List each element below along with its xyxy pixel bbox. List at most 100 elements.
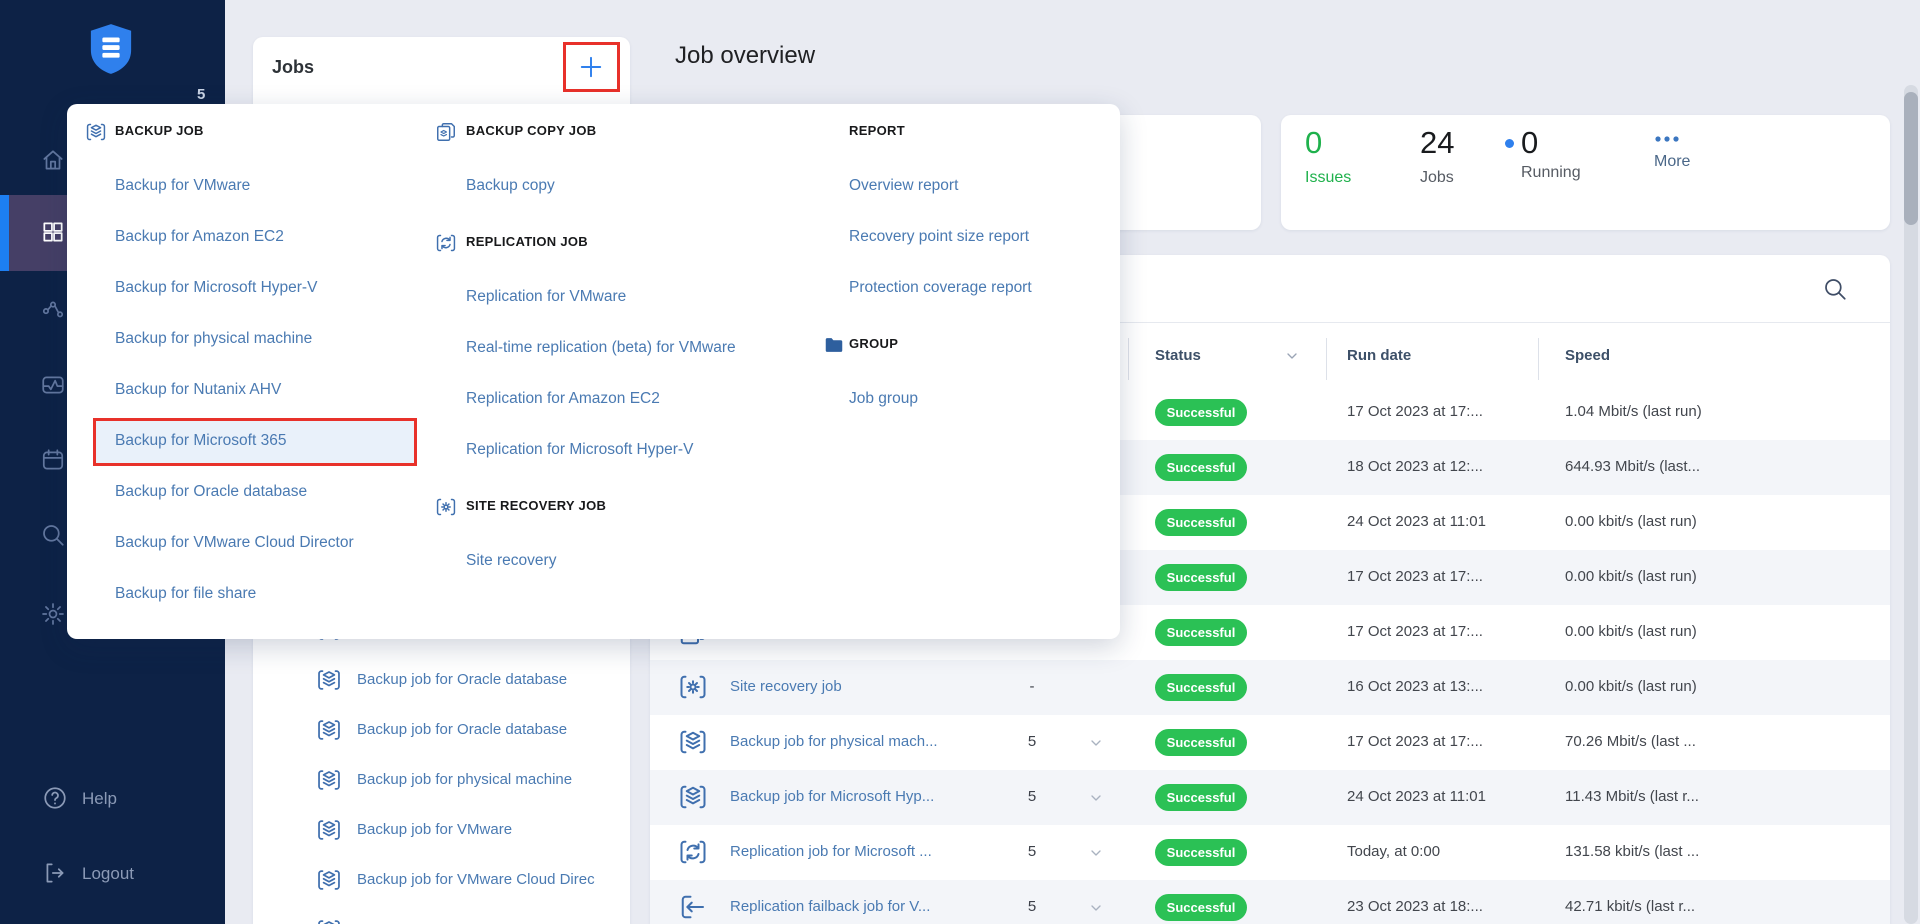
run-date-cell: 17 Oct 2023 at 17:... bbox=[1347, 568, 1483, 585]
vertical-scrollbar-thumb[interactable] bbox=[1904, 92, 1918, 225]
menu-item[interactable]: Backup for Microsoft Hyper-V bbox=[115, 279, 317, 297]
menu-item[interactable]: Replication for VMware bbox=[466, 288, 626, 306]
logout-button[interactable]: Logout bbox=[82, 864, 134, 884]
speed-cell: 131.58 kbit/s (last ... bbox=[1565, 843, 1700, 860]
menu-item[interactable]: Backup copy bbox=[466, 177, 555, 195]
speed-cell: 70.26 Mbit/s (last ... bbox=[1565, 733, 1696, 750]
job-list-item[interactable]: Backup job for Oracle database bbox=[357, 671, 567, 688]
app-window: 5 Help Logout Jobs Backup job for Oracle… bbox=[0, 0, 1920, 924]
menu-item[interactable]: Backup for Microsoft 365 bbox=[115, 432, 286, 450]
running-label: Running bbox=[1521, 164, 1581, 181]
folder-icon bbox=[823, 334, 845, 356]
table-row[interactable]: Site recovery job - Successful 16 Oct 2023 … bbox=[650, 660, 1890, 715]
sidebar-active-indicator bbox=[0, 195, 9, 271]
menu-section-header: REPORT bbox=[849, 123, 905, 138]
chevron-down-icon[interactable] bbox=[1284, 348, 1300, 364]
sidebar-item-settings[interactable] bbox=[40, 601, 66, 627]
menu-item[interactable]: Replication for Amazon EC2 bbox=[466, 390, 660, 408]
column-header-speed[interactable]: Speed bbox=[1565, 347, 1610, 364]
table-row[interactable]: Replication job for Microsoft ... 5 Succes… bbox=[650, 825, 1890, 880]
menu-item[interactable]: Replication for Microsoft Hyper-V bbox=[466, 441, 693, 459]
job-object-count: 5 bbox=[1027, 898, 1037, 915]
sidebar-item-calendar[interactable] bbox=[40, 447, 66, 473]
job-name-link[interactable]: Replication failback job for V... bbox=[730, 898, 930, 915]
menu-item[interactable]: Backup for physical machine bbox=[115, 330, 312, 348]
column-separator bbox=[1128, 338, 1129, 380]
running-dot-icon bbox=[1505, 138, 1514, 148]
menu-item[interactable]: Backup for VMware bbox=[115, 177, 250, 195]
job-list-item[interactable]: Backup job for physical machine bbox=[357, 771, 572, 788]
menu-item[interactable]: Protection coverage report bbox=[849, 279, 1032, 297]
column-header-status[interactable]: Status bbox=[1155, 347, 1201, 364]
status-badge: Successful bbox=[1155, 839, 1247, 866]
sidebar-item-activity[interactable] bbox=[40, 297, 66, 323]
job-list-item[interactable]: Backup job for VMware Cloud Direc bbox=[357, 871, 595, 888]
menu-item[interactable]: Backup for VMware Cloud Director bbox=[115, 534, 354, 552]
add-job-button[interactable] bbox=[563, 42, 620, 92]
issues-stat[interactable]: 0 Issues bbox=[1305, 125, 1351, 187]
help-icon[interactable] bbox=[42, 785, 68, 811]
running-stat[interactable]: 0 Running bbox=[1505, 125, 1581, 182]
menu-item[interactable]: Recovery point size report bbox=[849, 228, 1029, 246]
column-header-run-date[interactable]: Run date bbox=[1347, 347, 1411, 364]
chevron-down-icon[interactable] bbox=[1088, 735, 1104, 751]
create-job-menu: BACKUP JOB Backup for VMware Backup for Am… bbox=[67, 104, 1120, 639]
job-list-item[interactable]: Backup job for Oracle database bbox=[357, 721, 567, 738]
page-title: Job overview bbox=[675, 42, 816, 69]
sidebar-item-search[interactable] bbox=[40, 522, 66, 548]
speed-cell: 11.43 Mbit/s (last r... bbox=[1565, 788, 1699, 805]
status-badge: Successful bbox=[1155, 894, 1247, 921]
running-count: 0 bbox=[1521, 125, 1539, 160]
failback-icon bbox=[678, 892, 708, 922]
job-object-count: - bbox=[1029, 678, 1035, 695]
table-row[interactable]: Backup job for Microsoft Hyp... 5 Successf… bbox=[650, 770, 1890, 825]
sidebar-item-monitoring[interactable] bbox=[40, 372, 66, 398]
backup-icon bbox=[316, 717, 342, 743]
menu-item[interactable]: Job group bbox=[849, 390, 918, 408]
menu-item[interactable]: Site recovery bbox=[466, 552, 556, 570]
speed-cell: 1.04 Mbit/s (last run) bbox=[1565, 403, 1702, 420]
job-name-link[interactable]: Site recovery job bbox=[730, 678, 842, 695]
logout-icon[interactable] bbox=[42, 860, 68, 886]
speed-cell: 0.00 kbit/s (last run) bbox=[1565, 568, 1697, 585]
chevron-down-icon[interactable] bbox=[1088, 790, 1104, 806]
run-date-cell: Today, at 0:00 bbox=[1347, 843, 1441, 860]
menu-item[interactable]: Backup for Oracle database bbox=[115, 483, 307, 501]
jobs-label: Jobs bbox=[1420, 169, 1454, 186]
job-list-item[interactable]: Backup job for VMware bbox=[357, 821, 512, 838]
menu-item[interactable]: Real-time replication (beta) for VMware bbox=[466, 339, 736, 357]
table-row[interactable]: Backup job for physical mach... 5 Successf… bbox=[650, 715, 1890, 770]
run-date-cell: 16 Oct 2023 at 13:... bbox=[1347, 678, 1483, 695]
table-row[interactable]: Replication failback job for V... 5 Succes… bbox=[650, 880, 1890, 924]
jobs-stat[interactable]: 24 Jobs bbox=[1420, 125, 1454, 187]
menu-item[interactable]: Backup for file share bbox=[115, 585, 256, 603]
site-recovery-icon bbox=[435, 496, 457, 518]
more-dots-icon bbox=[1654, 133, 1680, 145]
run-date-cell: 24 Oct 2023 at 11:01 bbox=[1347, 788, 1486, 805]
backup-icon bbox=[316, 667, 342, 693]
job-object-count: 5 bbox=[1027, 733, 1037, 750]
more-button[interactable]: More bbox=[1654, 133, 1690, 171]
menu-item[interactable]: Backup for Nutanix AHV bbox=[115, 381, 281, 399]
backup-icon bbox=[85, 121, 107, 143]
sidebar-item-home[interactable] bbox=[40, 147, 66, 173]
menu-item[interactable]: Backup for Amazon EC2 bbox=[115, 228, 284, 246]
site-recovery-icon bbox=[678, 672, 708, 702]
search-icon[interactable] bbox=[1822, 276, 1848, 302]
chevron-down-icon[interactable] bbox=[1088, 900, 1104, 916]
job-name-link[interactable]: Replication job for Microsoft ... bbox=[730, 843, 932, 860]
menu-item[interactable]: Overview report bbox=[849, 177, 958, 195]
menu-section-header: BACKUP COPY JOB bbox=[466, 123, 597, 138]
speed-cell: 42.71 kbit/s (last r... bbox=[1565, 898, 1696, 915]
job-name-link[interactable]: Backup job for physical mach... bbox=[730, 733, 938, 750]
app-logo-shield-icon[interactable] bbox=[88, 22, 134, 76]
sidebar-item-dashboard[interactable] bbox=[40, 219, 66, 245]
backup-icon bbox=[316, 767, 342, 793]
plus-icon bbox=[578, 54, 604, 80]
issues-count: 0 bbox=[1305, 125, 1323, 160]
job-name-link[interactable]: Backup job for Microsoft Hyp... bbox=[730, 788, 934, 805]
speed-cell: 0.00 kbit/s (last run) bbox=[1565, 513, 1697, 530]
chevron-down-icon[interactable] bbox=[1088, 845, 1104, 861]
help-button[interactable]: Help bbox=[82, 789, 117, 809]
backup-icon bbox=[678, 782, 708, 812]
